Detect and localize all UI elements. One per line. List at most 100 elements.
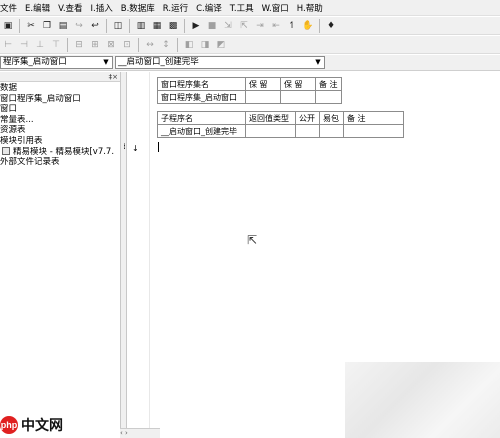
run-icon[interactable]: ▶: [189, 19, 203, 33]
align-top-icon[interactable]: ⊤: [49, 38, 63, 52]
hand-icon[interactable]: ✋: [301, 19, 315, 33]
table-cell[interactable]: [245, 90, 281, 104]
tree-item-assembly[interactable]: 窗口程序集_启动窗口: [0, 94, 120, 105]
text-cursor: [158, 142, 159, 152]
align-center-icon[interactable]: ⊣: [17, 38, 31, 52]
panel-splitter[interactable]: ⁞: [120, 72, 127, 438]
code-gutter: ↓: [128, 72, 150, 438]
table-row: __启动窗口_创建完毕: [157, 124, 404, 138]
table-header: 返回值类型: [245, 111, 296, 125]
navigation-bar: 程序集_启动窗口 ▼ __启动窗口_创建完毕 ▼: [0, 55, 500, 71]
toolbar-divider: [319, 18, 320, 33]
table-header: 备 注: [315, 77, 342, 91]
tree-item-module-label: 精易模块 - 精易模块[v7.7.: [13, 146, 115, 157]
undo-icon[interactable]: ↩: [88, 19, 102, 33]
window-grid-icon[interactable]: ▩: [166, 19, 180, 33]
table-header: 保 留: [280, 77, 316, 91]
step-into-icon[interactable]: ⇲: [221, 19, 235, 33]
same-height-icon[interactable]: ⊞: [88, 38, 102, 52]
menu-bar: 文件 E.编辑 V.查看 I.插入 B.数据库 R.运行 C.编译 T.工具 W…: [0, 0, 500, 16]
step-over-icon[interactable]: ⇱: [237, 19, 251, 33]
same-size-icon[interactable]: ⊠: [104, 38, 118, 52]
center-horizontal-icon[interactable]: ⊡: [120, 38, 134, 52]
menu-run[interactable]: R.运行: [159, 2, 192, 14]
paste-icon[interactable]: ▤: [56, 19, 70, 33]
menu-tools[interactable]: T.工具: [226, 2, 258, 14]
run-to-cursor-icon[interactable]: ⇤: [269, 19, 283, 33]
space-horizontal-icon[interactable]: ↔: [143, 38, 157, 52]
stop-icon[interactable]: ■: [205, 19, 219, 33]
tree-item-external-files[interactable]: 外部文件记录表: [0, 157, 120, 168]
toolbar-divider: [138, 37, 139, 52]
table-header: 备 注: [343, 111, 404, 125]
subroutine-select[interactable]: __启动窗口_创建完毕 ▼: [115, 56, 325, 69]
breakpoint-icon[interactable]: ↿: [285, 19, 299, 33]
table-cell[interactable]: [319, 124, 344, 138]
table-header: 保 留: [245, 77, 281, 91]
same-width-icon[interactable]: ⊟: [72, 38, 86, 52]
panel-pin-close-icon[interactable]: ‡×: [109, 72, 118, 82]
bring-front-icon[interactable]: ◧: [182, 38, 196, 52]
copy-icon[interactable]: ❐: [40, 19, 54, 33]
assembly-select[interactable]: 程序集_启动窗口 ▼: [0, 56, 113, 69]
table-header: 易包: [319, 111, 344, 125]
table-header-row: 窗口程序集名 保 留 保 留 备 注: [157, 77, 342, 91]
find-icon[interactable]: ◫: [111, 19, 125, 33]
table-header-row: 子程序名 返回值类型 公开 易包 备 注: [157, 111, 404, 125]
menu-file[interactable]: 文件: [0, 2, 21, 14]
toolbar-divider: [184, 18, 185, 33]
table-cell[interactable]: [343, 124, 404, 138]
tree-item-module[interactable]: 精易模块 - 精易模块[v7.7.: [0, 146, 120, 158]
assembly-table: 窗口程序集名 保 留 保 留 备 注 窗口程序集_启动窗口: [157, 77, 342, 104]
menu-view[interactable]: V.查看: [54, 2, 86, 14]
step-out-icon[interactable]: ⇥: [253, 19, 267, 33]
table-cell[interactable]: 窗口程序集_启动窗口: [157, 90, 246, 104]
redo-icon[interactable]: ↪: [72, 19, 86, 33]
toolbar-divider: [67, 37, 68, 52]
toolbar-divider: [177, 37, 178, 52]
main-toolbar: ▣ ✂ ❐ ▤ ↪ ↩ ◫ ▥ ▦ ▩ ▶ ■ ⇲ ⇱ ⇥ ⇤ ↿ ✋ ♦: [0, 17, 500, 35]
lock-icon[interactable]: ◩: [214, 38, 228, 52]
align-right-icon[interactable]: ⊥: [33, 38, 47, 52]
table-header: 子程序名: [157, 111, 246, 125]
menu-compile[interactable]: C.编译: [192, 2, 226, 14]
table-cell[interactable]: __启动窗口_创建完毕: [157, 124, 246, 138]
menu-help[interactable]: H.帮助: [293, 2, 327, 14]
watermark: php 中文网: [0, 414, 63, 436]
table-cell[interactable]: [245, 124, 296, 138]
menu-database[interactable]: B.数据库: [117, 2, 159, 14]
align-toolbar: ⊢ ⊣ ⊥ ⊤ ⊟ ⊞ ⊠ ⊡ ↔ ↕ ◧ ◨ ◩: [0, 36, 500, 54]
scroll-corner[interactable]: ‹ ›: [120, 428, 160, 438]
tree-item-module-refs[interactable]: 模块引用表: [0, 136, 120, 147]
cut-icon[interactable]: ✂: [24, 19, 38, 33]
tree-item-constants[interactable]: 常量表...: [0, 115, 120, 126]
table-row: 窗口程序集_启动窗口: [157, 90, 342, 104]
table-cell[interactable]: [295, 124, 320, 138]
window-split-icon[interactable]: ▦: [150, 19, 164, 33]
table-cell[interactable]: [315, 90, 342, 104]
table-header: 公开: [295, 111, 320, 125]
menu-window[interactable]: W.窗口: [258, 2, 293, 14]
tree-item-resources[interactable]: 资源表: [0, 125, 120, 136]
send-back-icon[interactable]: ◨: [198, 38, 212, 52]
tree-item-window[interactable]: 窗口: [0, 104, 120, 115]
binoculars-icon[interactable]: ♦: [324, 19, 338, 33]
space-vertical-icon[interactable]: ↕: [159, 38, 173, 52]
assembly-select-value: 程序集_启动窗口: [3, 57, 67, 67]
window-layout-icon[interactable]: ▥: [134, 19, 148, 33]
chevron-down-icon[interactable]: ▼: [313, 57, 323, 68]
watermark-text: 中文网: [21, 417, 63, 433]
grip-icon: ⁞: [123, 142, 126, 151]
chevron-down-icon[interactable]: ▼: [101, 57, 111, 68]
toolbar-divider: [19, 18, 20, 33]
module-icon: [2, 146, 10, 155]
menu-insert[interactable]: I.插入: [87, 2, 117, 14]
watermark-logo: php: [0, 416, 18, 434]
project-tree: 数据 窗口程序集_启动窗口 窗口 常量表... 资源表 模块引用表 精易模块 -…: [0, 83, 120, 168]
tree-item-data[interactable]: 数据: [0, 83, 120, 94]
align-left-icon[interactable]: ⊢: [1, 38, 15, 52]
toolbar-divider: [106, 18, 107, 33]
menu-edit[interactable]: E.编辑: [21, 2, 54, 14]
save-icon[interactable]: ▣: [1, 19, 15, 33]
table-cell[interactable]: [280, 90, 316, 104]
